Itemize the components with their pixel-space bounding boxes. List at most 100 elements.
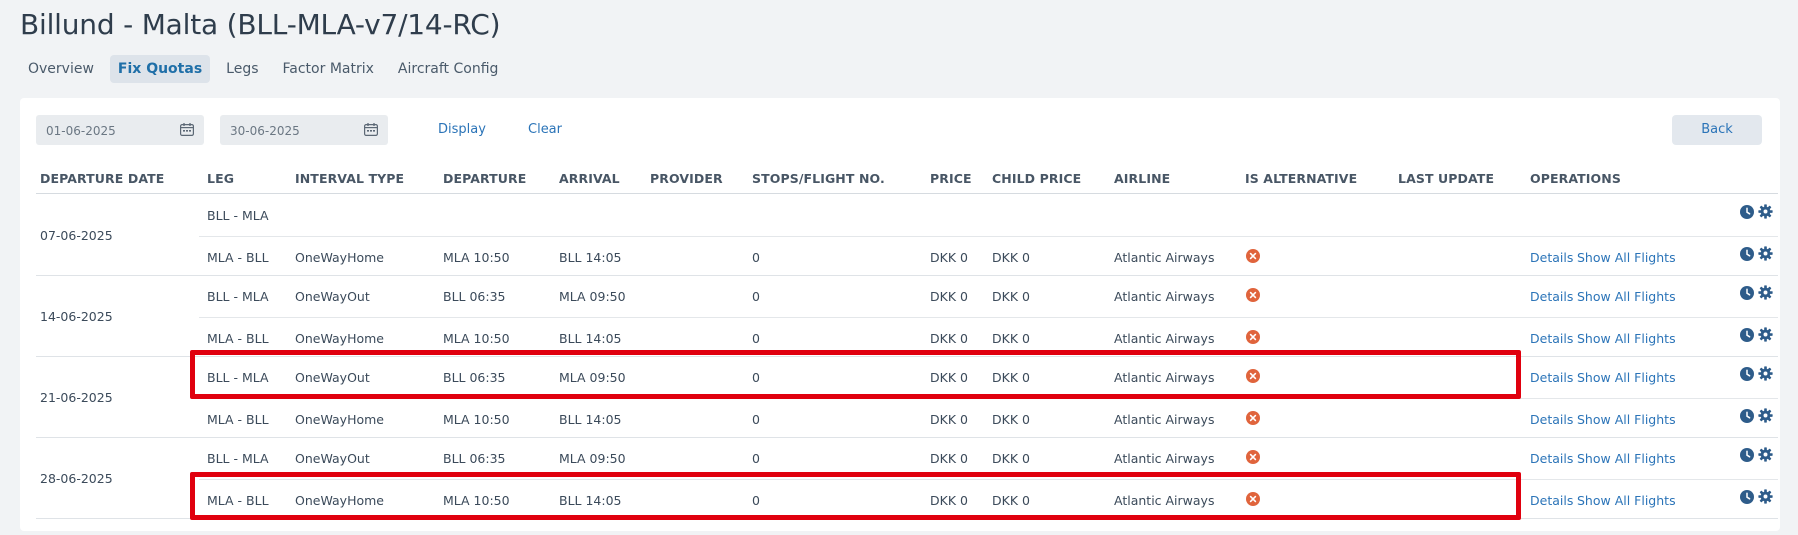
- child-price-cell: DKK 0: [992, 451, 1030, 466]
- show-all-flights-link[interactable]: Show All Flights: [1577, 451, 1676, 466]
- row-operation-icons: [1740, 285, 1773, 303]
- table-row[interactable]: BLL - MLA: [199, 195, 1778, 235]
- gear-icon[interactable]: [1758, 285, 1773, 300]
- tab-factor-matrix[interactable]: Factor Matrix: [275, 55, 382, 83]
- col-leg[interactable]: LEG: [207, 171, 234, 186]
- row-operation-icons: [1740, 204, 1773, 222]
- arrival-cell: BLL 14:05: [559, 249, 622, 265]
- table-row[interactable]: MLA - BLL OneWayHome MLA 10:50 BLL 14:05 0 DK…: [199, 235, 1778, 276]
- clock-icon[interactable]: [1740, 205, 1754, 219]
- table-row[interactable]: BLL - MLA OneWayOut BLL 06:35 MLA 09:50 0 DKK…: [199, 357, 1778, 397]
- gear-icon[interactable]: [1758, 326, 1773, 342]
- stops-cell: 0: [752, 451, 760, 466]
- col-child-price[interactable]: CHILD PRICE: [992, 171, 1081, 186]
- x-circle-icon: [1246, 450, 1260, 464]
- leg-cell: MLA - BLL: [207, 330, 269, 346]
- details-link[interactable]: Details: [1530, 331, 1573, 346]
- tab-aircraft-config[interactable]: Aircraft Config: [390, 55, 507, 83]
- col-departure[interactable]: DEPARTURE: [443, 171, 526, 186]
- stops-cell: 0: [752, 492, 760, 508]
- date-group: 28-06-2025 BLL - MLA OneWayOut BLL 06:35 MLA…: [36, 438, 1778, 519]
- details-link[interactable]: Details: [1530, 493, 1573, 508]
- row-operation-icons: [1740, 366, 1773, 384]
- departure-date-cell: 28-06-2025: [40, 470, 113, 486]
- x-circle-icon: [1246, 491, 1260, 506]
- date-group: 21-06-2025 BLL - MLA OneWayOut BLL 06:35 MLA…: [36, 357, 1778, 438]
- row-operation-icons: [1740, 488, 1773, 507]
- col-stops[interactable]: STOPS/FLIGHT NO.: [752, 171, 885, 186]
- table-row[interactable]: BLL - MLA OneWayOut BLL 06:35 MLA 09:50 0 DKK…: [199, 276, 1778, 316]
- x-circle-icon: [1246, 248, 1260, 263]
- col-arrival[interactable]: ARRIVAL: [559, 171, 620, 186]
- table-row[interactable]: BLL - MLA OneWayOut BLL 06:35 MLA 09:50 0 DKK…: [199, 438, 1778, 478]
- row-operation-icons: [1740, 447, 1773, 465]
- calendar-icon[interactable]: [364, 123, 378, 136]
- show-all-flights-link[interactable]: Show All Flights: [1577, 289, 1676, 304]
- show-all-flights-link[interactable]: Show All Flights: [1577, 412, 1676, 427]
- show-all-flights-link[interactable]: Show All Flights: [1577, 370, 1676, 385]
- col-airline[interactable]: AIRLINE: [1114, 171, 1170, 186]
- col-price[interactable]: PRICE: [930, 171, 972, 186]
- departure-cell: BLL 06:35: [443, 370, 506, 385]
- details-link[interactable]: Details: [1530, 451, 1573, 466]
- show-all-flights-link[interactable]: Show All Flights: [1577, 493, 1676, 508]
- clock-icon[interactable]: [1740, 489, 1754, 504]
- airline-cell: Atlantic Airways: [1114, 330, 1215, 346]
- leg-cell: BLL - MLA: [207, 208, 269, 223]
- row-operation-icons: [1740, 407, 1773, 426]
- clock-icon[interactable]: [1740, 408, 1754, 423]
- gear-icon[interactable]: [1758, 447, 1773, 462]
- calendar-icon[interactable]: [180, 123, 194, 136]
- clock-icon[interactable]: [1740, 367, 1754, 381]
- tab-bar: Overview Fix Quotas Legs Factor Matrix A…: [20, 55, 506, 83]
- price-cell: DKK 0: [930, 492, 968, 508]
- price-cell: DKK 0: [930, 411, 968, 427]
- gear-icon[interactable]: [1758, 407, 1773, 423]
- tab-fix-quotas[interactable]: Fix Quotas: [109, 55, 211, 83]
- col-departure-date[interactable]: DEPARTURE DATE: [40, 171, 164, 186]
- interval-type-cell: OneWayOut: [295, 451, 370, 466]
- col-last-update[interactable]: LAST UPDATE: [1398, 171, 1494, 186]
- price-cell: DKK 0: [930, 451, 968, 466]
- table-row[interactable]: MLA - BLL OneWayHome MLA 10:50 BLL 14:05 0 DK…: [199, 316, 1778, 357]
- gear-icon[interactable]: [1758, 488, 1773, 504]
- details-link[interactable]: Details: [1530, 412, 1573, 427]
- interval-type-cell: OneWayHome: [295, 492, 384, 508]
- clock-icon[interactable]: [1740, 286, 1754, 300]
- clock-icon[interactable]: [1740, 448, 1754, 462]
- price-cell: DKK 0: [930, 289, 968, 304]
- show-all-flights-link[interactable]: Show All Flights: [1577, 250, 1676, 265]
- clock-icon[interactable]: [1740, 246, 1754, 261]
- tab-overview[interactable]: Overview: [20, 55, 102, 83]
- tab-legs[interactable]: Legs: [218, 55, 266, 83]
- back-button[interactable]: Back: [1672, 115, 1762, 145]
- details-link[interactable]: Details: [1530, 250, 1573, 265]
- price-cell: DKK 0: [930, 249, 968, 265]
- table-row[interactable]: MLA - BLL OneWayHome MLA 10:50 BLL 14:05 0 DK…: [199, 397, 1778, 438]
- col-operations[interactable]: OPERATIONS: [1530, 171, 1621, 186]
- from-date-input[interactable]: 01-06-2025: [36, 115, 204, 145]
- child-price-cell: DKK 0: [992, 289, 1030, 304]
- interval-type-cell: OneWayOut: [295, 370, 370, 385]
- display-button[interactable]: Display: [438, 122, 486, 137]
- table-row[interactable]: MLA - BLL OneWayHome MLA 10:50 BLL 14:05 0 DK…: [199, 478, 1778, 519]
- departure-cell: MLA 10:50: [443, 330, 510, 346]
- details-link[interactable]: Details: [1530, 289, 1573, 304]
- col-is-alternative[interactable]: IS ALTERNATIVE: [1245, 171, 1357, 186]
- arrival-cell: BLL 14:05: [559, 330, 622, 346]
- page-title: Billund - Malta (BLL-MLA-v7/14-RC): [20, 8, 501, 41]
- clear-button[interactable]: Clear: [528, 122, 562, 137]
- details-link[interactable]: Details: [1530, 370, 1573, 385]
- col-interval-type[interactable]: INTERVAL TYPE: [295, 171, 404, 186]
- clock-icon[interactable]: [1740, 327, 1754, 342]
- show-all-flights-link[interactable]: Show All Flights: [1577, 331, 1676, 346]
- gear-icon[interactable]: [1758, 245, 1773, 261]
- airline-cell: Atlantic Airways: [1114, 370, 1215, 385]
- arrival-cell: BLL 14:05: [559, 492, 622, 508]
- gear-icon[interactable]: [1758, 366, 1773, 381]
- gear-icon[interactable]: [1758, 204, 1773, 219]
- col-provider[interactable]: PROVIDER: [650, 171, 723, 186]
- arrival-cell: MLA 09:50: [559, 370, 626, 385]
- departure-cell: MLA 10:50: [443, 249, 510, 265]
- to-date-input[interactable]: 30-06-2025: [220, 115, 388, 145]
